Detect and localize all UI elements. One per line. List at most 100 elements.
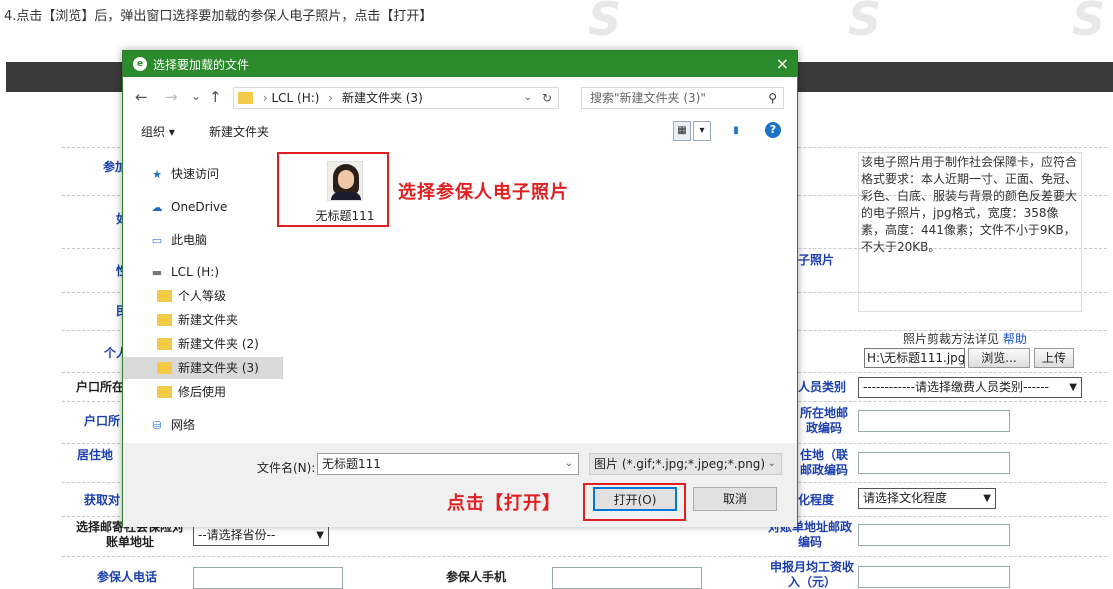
browse-button[interactable]: 浏览...: [968, 348, 1030, 368]
nav-item-label: LCL (H:): [171, 265, 219, 279]
nav-item-folder-selected[interactable]: 新建文件夹 (3): [123, 357, 283, 379]
province-select[interactable]: --请选择省份-- ▼: [193, 525, 329, 546]
chevron-down-icon: ▼: [316, 530, 324, 541]
watermark-logo-2: S: [848, 0, 882, 46]
annotation-select-photo: 选择参保人电子照片: [398, 182, 569, 203]
form-label: 参保人手机: [446, 570, 507, 584]
network-icon: ⛁: [152, 419, 162, 432]
breadcrumb[interactable]: › LCL (H:) › 新建文件夹 (3) ⌄ ↻: [233, 87, 559, 109]
folder-icon: [238, 91, 253, 104]
search-icon: ⚲: [768, 91, 777, 105]
nav-item-folder[interactable]: 个人等级: [123, 285, 283, 307]
new-folder-button[interactable]: 新建文件夹: [209, 123, 269, 140]
drive-icon: ▬: [151, 266, 163, 279]
forward-arrow-icon[interactable]: →: [165, 88, 178, 106]
photo-requirements: 该电子照片用于制作社会保障卡，应符合格式要求：本人近期一寸、正面、免冠、彩色、白…: [858, 152, 1082, 312]
nav-item-drive-h[interactable]: ▬ LCL (H:): [123, 261, 283, 283]
folder-icon: [157, 289, 172, 302]
photo-crop-text: 照片剪裁方法详见: [903, 332, 1000, 346]
highlight-file-box: [277, 152, 389, 227]
close-icon[interactable]: ×: [776, 54, 789, 73]
salary-input[interactable]: [858, 566, 1010, 588]
form-label: 户口所: [84, 414, 121, 428]
up-arrow-icon[interactable]: ↑: [209, 88, 222, 106]
help-link[interactable]: 帮助: [1003, 332, 1027, 346]
address-bar: ← → ⌄ ↑ › LCL (H:) › 新建文件夹 (3) ⌄ ↻ 搜索"新建…: [123, 83, 797, 113]
recent-locations-icon[interactable]: ⌄: [191, 89, 201, 103]
nav-item-onedrive[interactable]: ☁ OneDrive: [123, 196, 283, 218]
nav-item-quick-access[interactable]: ★ 快速访问: [123, 163, 283, 185]
filename-input[interactable]: 无标题111 ⌄: [317, 453, 579, 475]
chevron-down-icon[interactable]: ▾: [693, 121, 711, 141]
form-label: 住地（联邮政编码: [799, 448, 848, 477]
nav-item-label: 快速访问: [171, 167, 220, 181]
watermark-logo-1: S: [588, 0, 622, 46]
file-type-select[interactable]: 图片 (*.gif;*.jpg;*.jpeg;*.png) ⌄: [589, 453, 782, 475]
mobile-input[interactable]: [552, 567, 702, 589]
form-row-divider: [62, 556, 1107, 557]
watermark-logo-3: S: [1072, 0, 1106, 46]
highlight-open-box: [583, 483, 686, 521]
refresh-icon[interactable]: ↻: [542, 88, 552, 108]
category-select[interactable]: ------------请选择缴费人员类别------ ▼: [858, 377, 1082, 398]
form-label: 户口所在: [76, 380, 125, 394]
file-type-value: 图片 (*.gif;*.jpg;*.jpeg;*.png): [594, 457, 766, 471]
nav-item-label: 新建文件夹: [178, 313, 239, 327]
folder-icon: [157, 337, 172, 350]
education-select[interactable]: 请选择文化程度 ▼: [858, 488, 996, 509]
dialog-title: 选择要加载的文件: [153, 58, 250, 72]
form-label: 参保人电话: [97, 570, 158, 584]
form-label: 居住地: [77, 448, 114, 462]
help-icon[interactable]: ?: [765, 122, 781, 138]
nav-item-label: OneDrive: [171, 200, 228, 214]
annotation-click-open: 点击【打开】: [447, 493, 561, 514]
screenshot: 4.点击【浏览】后，弹出窗口选择要加载的参保人电子照片，点击【打开】 S S S…: [0, 0, 1113, 589]
browser-app-icon: e: [133, 57, 147, 71]
chevron-down-icon[interactable]: ⌄: [565, 454, 573, 474]
form-label: 获取对: [84, 493, 121, 507]
file-open-dialog: e 选择要加载的文件 × ← → ⌄ ↑ › LCL (H:) › 新建文件夹 …: [122, 50, 798, 527]
breadcrumb-drive[interactable]: LCL (H:): [271, 91, 319, 105]
star-icon: ★: [152, 168, 162, 181]
statement-postcode-input[interactable]: [858, 524, 1010, 546]
back-arrow-icon[interactable]: ←: [135, 88, 148, 106]
cloud-icon: ☁: [151, 201, 163, 214]
form-label: 人员类别: [798, 380, 847, 394]
nav-item-label: 新建文件夹 (3): [178, 361, 259, 375]
navigation-pane: ★ 快速访问 ☁ OneDrive ▭ 此电脑 ▬ LCL (H:) 个人等级 新建文件…: [123, 151, 283, 443]
preview-pane-icon[interactable]: ▮: [727, 121, 745, 141]
residence-postcode-input[interactable]: [858, 452, 1010, 474]
upload-button[interactable]: 上传: [1034, 348, 1074, 368]
postcode-input[interactable]: [858, 410, 1010, 432]
chevron-down-icon: ⌄: [767, 458, 776, 469]
education-select-value: 请选择文化程度: [863, 491, 948, 505]
computer-icon: ▭: [151, 234, 163, 247]
chevron-down-icon: ▼: [1069, 382, 1077, 393]
nav-item-network[interactable]: ⛁ 网络: [123, 414, 283, 436]
folder-icon: [157, 313, 172, 326]
folder-icon: [157, 361, 172, 374]
nav-item-this-pc[interactable]: ▭ 此电脑: [123, 229, 283, 251]
search-input[interactable]: 搜索"新建文件夹 (3)" ⚲: [581, 87, 784, 109]
province-select-value: --请选择省份--: [198, 528, 276, 542]
category-select-value: ------------请选择缴费人员类别------: [863, 380, 1049, 394]
search-placeholder: 搜索"新建文件夹 (3)": [590, 91, 706, 105]
form-label: 化程度: [798, 493, 835, 507]
dialog-titlebar[interactable]: e 选择要加载的文件 ×: [123, 51, 797, 77]
folder-icon: [157, 385, 172, 398]
nav-item-label: 新建文件夹 (2): [178, 337, 259, 351]
photo-path-field[interactable]: H:\无标题111.jpg: [864, 348, 965, 368]
cancel-button[interactable]: 取消: [693, 487, 777, 511]
filename-label: 文件名(N):: [257, 461, 316, 475]
nav-item-folder[interactable]: 新建文件夹: [123, 309, 283, 331]
chevron-down-icon[interactable]: ⌄: [524, 88, 532, 108]
phone-input[interactable]: [193, 567, 343, 589]
nav-item-folder[interactable]: 新建文件夹 (2): [123, 333, 283, 355]
breadcrumb-folder[interactable]: 新建文件夹 (3): [342, 91, 423, 105]
organize-menu[interactable]: 组织 ▾: [141, 123, 175, 140]
breadcrumb-separator-icon: ›: [328, 91, 334, 105]
view-options-icon[interactable]: ▦: [673, 121, 691, 141]
chevron-down-icon: ▼: [983, 493, 991, 504]
breadcrumb-separator-icon: ›: [262, 91, 268, 105]
nav-item-folder[interactable]: 修后使用: [123, 381, 283, 403]
